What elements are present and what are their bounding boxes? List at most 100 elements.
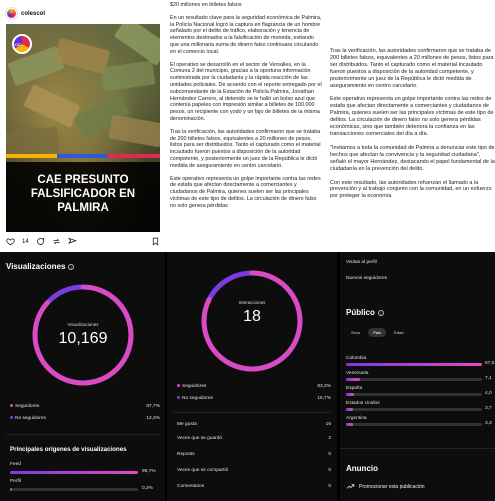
views-ring-label: Visualizaciones (67, 322, 99, 327)
source-label: Perfil (10, 479, 21, 484)
interactions-panel: Interacciones 18 Seguidores 83,3% No seg… (167, 252, 337, 501)
profile-avatar[interactable] (6, 8, 17, 19)
country-bar-fill (346, 393, 355, 396)
views-followers-row: Seguidores 87,7% (10, 404, 160, 409)
info-icon[interactable]: i (377, 309, 384, 316)
article-paragraph: Este operativo representa un golpe impor… (330, 96, 494, 137)
share-icon[interactable] (67, 237, 77, 246)
post-header: colescol (6, 8, 45, 19)
metric-value: 0 (328, 452, 331, 457)
country-value: 67,5 (485, 361, 495, 366)
country-bar-fill (346, 378, 361, 381)
metric-row-comments: Comentarios 0 (177, 484, 331, 489)
country-label: España (346, 386, 363, 391)
article-paragraph: $20 millones en billetes falsos (170, 2, 242, 8)
news-logo-text: CC (15, 42, 21, 47)
country-bar-fill (346, 423, 353, 426)
legend-label: No seguidores (182, 396, 213, 401)
profile-visits-label: Visitas al perfil (346, 260, 377, 265)
metric-row-reposts: Reposts 0 (177, 452, 331, 457)
metric-value: 2 (328, 436, 331, 441)
article-paragraph: El operativo se desarrolló en el sector … (170, 61, 322, 122)
views-nonfollowers-row: No seguidores 12,3% (10, 416, 160, 421)
legend-value: 16,7% (317, 396, 331, 401)
interactions-nonfollowers-row: No seguidores 16,7% (177, 396, 331, 401)
divider (173, 412, 331, 413)
tab-pais[interactable]: País (368, 328, 387, 337)
country-bar (346, 393, 482, 396)
insights-screenshot: Visualizaciones i Visualizaciones 10,169… (0, 252, 495, 501)
source-row-feed: Feed (10, 462, 160, 467)
views-ring-value: 10,169 (58, 330, 108, 347)
country-bar (346, 408, 482, 411)
legend-dot (10, 404, 13, 408)
country-bar (346, 378, 482, 381)
article-paragraph: Con este resultado, las autoridades refu… (330, 179, 492, 200)
legend-label: No seguidores (15, 416, 46, 421)
article-paragraph: En un resultado clave para la seguridad … (170, 14, 322, 55)
metric-label: Me gusta (177, 422, 197, 427)
public-title-row: Público i (346, 308, 384, 317)
legend-label: Seguidores (15, 404, 40, 409)
headline-line-1: CAE PRESUNTO (37, 174, 129, 186)
source-bar-fill (10, 471, 138, 474)
new-followers-row[interactable]: Nuevos seguidores (346, 276, 387, 281)
public-title: Público (346, 308, 375, 317)
metric-label: Reposts (177, 452, 195, 457)
legend-dot (177, 396, 180, 400)
flag-stripe (6, 154, 160, 158)
post-image[interactable]: CC CAE PRESUNTO FALSIFICADOR EN PALMIRA (6, 24, 160, 232)
tab-sexo[interactable]: Sexo (346, 328, 365, 337)
metric-value: 0 (328, 484, 331, 489)
views-title: Visualizaciones (6, 262, 66, 271)
article-paragraph: Tras la verificación, las autoridades co… (170, 128, 321, 169)
promote-label: Promocionar esta publicación (359, 483, 425, 490)
source-bar-feed (10, 471, 138, 474)
article-paragraph: Tras la verificación, las autoridades co… (330, 48, 494, 89)
article-column-middle: $20 millones en billetes falsos En un re… (168, 0, 326, 252)
metric-row-likes: Me gusta 16 (177, 422, 331, 427)
repost-icon[interactable] (52, 237, 61, 246)
country-bar (346, 363, 482, 366)
country-value: 3,7 (485, 406, 492, 411)
legend-value: 12,3% (146, 416, 160, 421)
promote-button[interactable]: Promocionar esta publicación (346, 482, 425, 491)
post-headline: CAE PRESUNTO FALSIFICADOR EN PALMIRA (6, 162, 160, 232)
audience-tabs: Sexo País Edad (346, 328, 408, 337)
legend-dot (10, 416, 13, 420)
legend-label: Seguidores (182, 384, 207, 389)
legend-value: 87,7% (146, 404, 160, 409)
info-icon[interactable]: i (68, 263, 75, 270)
bookmark-icon[interactable] (151, 237, 160, 246)
divider (6, 434, 160, 435)
heart-icon[interactable] (6, 237, 15, 246)
source-value-feed: 99,7% (142, 469, 156, 474)
audience-panel: Visitas al perfil Nuevos seguidores Públ… (340, 252, 495, 501)
interactions-ring-label: Interacciones (238, 300, 266, 305)
divider (340, 448, 495, 449)
comment-icon[interactable] (36, 237, 45, 246)
metric-row-shares: Veces que se compartió 0 (177, 468, 331, 473)
metric-label: Comentarios (177, 484, 205, 489)
like-count: 14 (22, 238, 29, 245)
metric-label: Veces que se guardó (177, 436, 223, 441)
country-label: Venezuela (346, 371, 369, 376)
post-action-bar: 14 (6, 237, 160, 246)
profile-visits-row[interactable]: Visitas al perfil (346, 260, 377, 265)
headline-line-2: FALSIFICADOR EN PALMIRA (30, 188, 136, 214)
country-value: 7,1 (485, 376, 492, 381)
article-paragraph: Este operativo representa un golpe impor… (170, 175, 321, 209)
views-title-row: Visualizaciones i (6, 262, 75, 271)
metric-value: 0 (328, 468, 331, 473)
country-value: 4,0 (485, 391, 492, 396)
source-bar-profile (10, 488, 138, 491)
article-paragraph: "Invitamos a toda la comunidad de Palmir… (330, 144, 495, 172)
metric-value: 16 (325, 422, 331, 427)
views-ring: Visualizaciones 10,169 (28, 280, 138, 390)
post-username[interactable]: colescol (21, 11, 45, 17)
article-screenshot: colescol CC CAE PRESUNTO FALSIFICADOR EN… (0, 0, 495, 252)
country-bar-fill (346, 408, 354, 411)
new-followers-label: Nuevos seguidores (346, 276, 388, 281)
source-row-profile: Perfil (10, 479, 160, 484)
tab-edad[interactable]: Edad (389, 328, 408, 337)
